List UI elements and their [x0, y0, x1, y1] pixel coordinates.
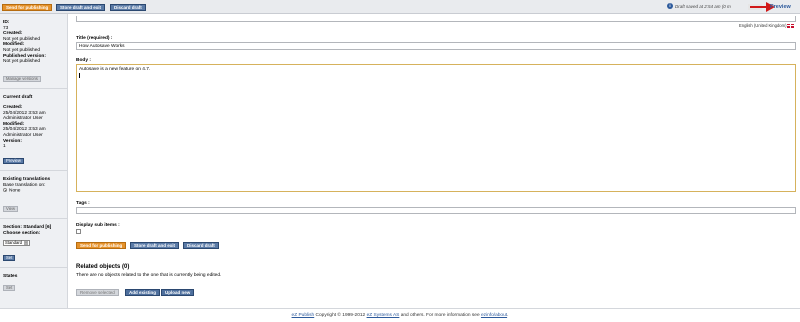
title-input[interactable]: How Autosave Works: [76, 42, 796, 50]
states-title: States: [3, 274, 18, 279]
cd-created-user: Administrator User: [3, 116, 43, 122]
cd-modified-user: Administrator User: [3, 132, 43, 138]
sidebar-divider: [0, 218, 68, 219]
none-label: None: [9, 188, 21, 194]
chevron-down-icon: ▾: [24, 241, 28, 245]
cd-created-label: Created:: [3, 105, 23, 110]
sidebar-preview-button[interactable]: Preview: [3, 158, 24, 164]
discard-draft-button-bottom[interactable]: Discard draft: [183, 242, 219, 249]
ez-systems-link[interactable]: eZ Systems AS: [367, 313, 400, 318]
title-label: Title (required) :: [76, 36, 113, 41]
cd-created-date: 25/04/2012 3:53 am: [3, 110, 46, 116]
id-label: ID:: [3, 20, 10, 25]
published-version-value: Not yet published: [3, 59, 41, 65]
choose-section-label: Choose section:: [3, 230, 41, 236]
section-set-button[interactable]: Set: [3, 255, 16, 261]
sidebar-divider: [0, 88, 68, 89]
draft-saved-status: Draft saved at 2:54 am (0 m: [675, 4, 731, 9]
version-value: 1: [3, 144, 6, 150]
uk-flag-icon: [787, 23, 795, 28]
language-label: English (United Kingdom): [739, 23, 787, 28]
tags-label: Tags :: [76, 201, 90, 206]
body-text: Autosave is a new feature on 4.7.: [79, 67, 151, 72]
section-select-value: Standard: [5, 240, 22, 246]
remove-selected-button[interactable]: Remove selected: [76, 289, 119, 296]
language-indicator: English (United Kingdom): [739, 23, 795, 28]
send-for-publishing-button[interactable]: Send for publishing: [2, 4, 53, 11]
add-existing-button[interactable]: Add existing: [125, 289, 161, 296]
top-input-bar: [76, 16, 796, 22]
store-draft-and-exit-button[interactable]: Store draft and exit: [56, 4, 106, 11]
base-translation-label: Base translation on:: [3, 182, 46, 188]
body-textarea[interactable]: Autosave is a new feature on 4.7.: [76, 64, 796, 192]
store-draft-and-exit-button-bottom[interactable]: Store draft and exit: [130, 242, 180, 249]
existing-translations-title: Existing translations: [3, 177, 51, 182]
tags-input[interactable]: [76, 207, 796, 214]
send-for-publishing-button-bottom[interactable]: Send for publishing: [76, 242, 127, 249]
display-sub-items-label: Display sub items :: [76, 223, 120, 228]
none-radio[interactable]: [3, 188, 7, 193]
section-select[interactable]: Standard ▾: [3, 240, 30, 246]
text-cursor: [79, 72, 80, 78]
sidebar: ID: 73 Created: Not yet published Modifi…: [0, 14, 68, 308]
copyright-text: Copyright © 1999-2012: [314, 313, 367, 318]
related-objects-title: Related objects (0): [76, 264, 130, 270]
related-objects-text: There are no objects related to the one …: [76, 273, 222, 278]
footer-more-info-text: and others. For more information see: [399, 313, 481, 318]
discard-draft-button[interactable]: Discard draft: [110, 4, 146, 11]
manage-versions-button[interactable]: Manage versions: [3, 76, 41, 82]
display-sub-items-checkbox[interactable]: [76, 229, 81, 234]
section-title: Section: Standard [6]: [3, 225, 52, 230]
sidebar-divider: [0, 170, 68, 171]
view-button[interactable]: View: [3, 206, 19, 212]
current-draft-title: Current draft: [3, 95, 33, 100]
ez-publish-link[interactable]: eZ Publish: [292, 313, 315, 318]
info-icon: i: [667, 3, 673, 9]
version-label: Version:: [3, 138, 22, 144]
footer: eZ Publish Copyright © 1999-2012 eZ Syst…: [0, 308, 800, 322]
sidebar-divider: [0, 267, 68, 268]
modified-value: Not yet published: [3, 47, 41, 53]
preview-link[interactable]: Preview: [770, 4, 791, 10]
body-label: Body :: [76, 58, 91, 63]
upload-new-button[interactable]: Upload new: [161, 289, 195, 296]
states-set-button[interactable]: Set: [3, 285, 16, 291]
modified-label: Modified:: [3, 42, 25, 48]
top-toolbar: Send for publishing Store draft and exit…: [0, 0, 800, 14]
cd-modified-date: 25/04/2012 3:53 am: [3, 127, 46, 133]
id-value: 73: [3, 25, 9, 31]
created-label: Created:: [3, 31, 23, 37]
footer-period: .: [507, 313, 509, 318]
published-version-label: Published version:: [3, 53, 46, 59]
ezinfo-about-link[interactable]: ezinfo/about: [481, 313, 507, 318]
